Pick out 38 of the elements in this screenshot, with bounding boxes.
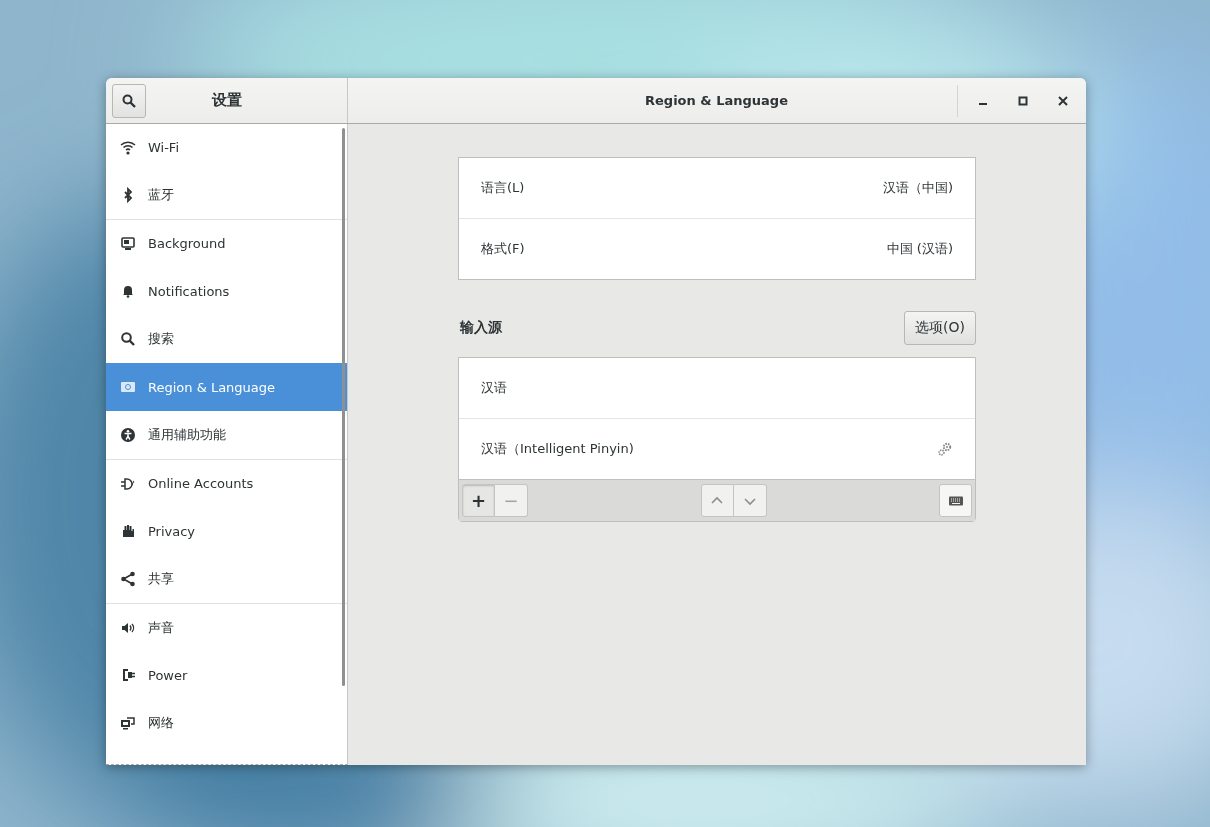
close-icon[interactable] (1058, 95, 1068, 106)
flag-icon (120, 379, 136, 395)
search-button[interactable] (112, 83, 146, 118)
sidebar-item[interactable]: Privacy (106, 507, 347, 555)
hand-icon (120, 523, 136, 539)
sidebar-item[interactable]: Online Accounts (106, 460, 347, 507)
add-button[interactable]: + (462, 484, 495, 517)
share-icon (120, 571, 136, 587)
window-title: Region & Language (644, 93, 789, 108)
input-source-name[interactable]: 汉语 (481, 379, 507, 397)
setting-value[interactable]: 中国 (汉语) (886, 240, 953, 258)
options-button[interactable]: 选项(O) (904, 311, 976, 345)
sidebar-item[interactable]: Power (106, 651, 347, 699)
setting-label: 语言(L) (481, 179, 525, 197)
input-source-name[interactable]: 汉语（Intelligent Pinyin) (481, 440, 634, 458)
accessibility-icon (120, 427, 136, 443)
gears-icon[interactable] (937, 441, 953, 457)
sidebar-title: 设置 (210, 91, 243, 110)
keyboard-button[interactable] (939, 484, 972, 517)
setting-value[interactable]: 汉语（中国) (882, 179, 953, 197)
wifi-icon (120, 139, 136, 156)
maximize-icon[interactable] (1018, 95, 1028, 106)
search-icon (120, 331, 136, 347)
sidebar-item[interactable]: 蓝牙 (106, 171, 347, 219)
network-icon (120, 715, 136, 731)
sidebar-item[interactable]: 共享 (106, 555, 347, 603)
sidebar-item[interactable]: Notifications (106, 267, 347, 315)
monitor-icon (120, 235, 136, 252)
sidebar-item[interactable]: 搜索 (106, 315, 347, 363)
section-heading: 输入源 (459, 319, 502, 337)
plug-icon (120, 475, 136, 492)
sidebar-item[interactable]: 声音 (106, 604, 347, 651)
search-icon (122, 93, 136, 108)
sidebar-item[interactable]: Wi-Fi (106, 124, 347, 171)
setting-label: 格式(F) (481, 240, 525, 258)
sidebar-item[interactable]: Background (106, 220, 347, 267)
battery-plug-icon (120, 667, 136, 683)
sidebar-item[interactable]: 通用辅助功能 (106, 411, 347, 459)
